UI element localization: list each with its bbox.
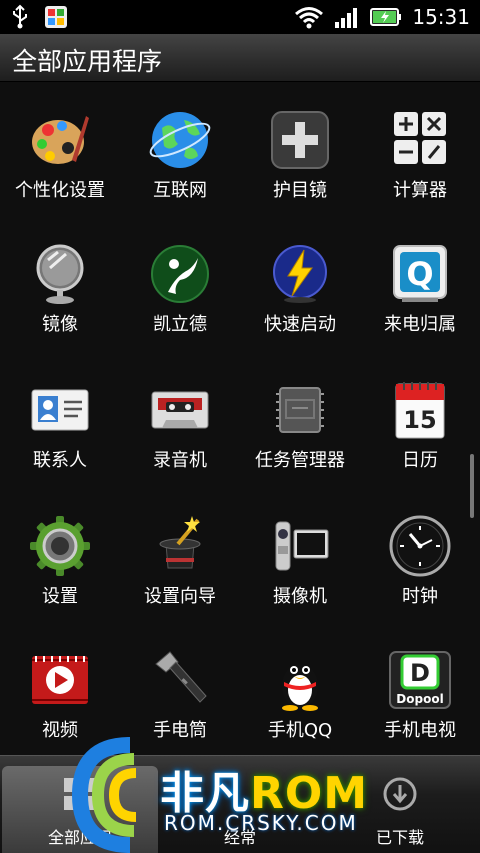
tab-label: 已下载 (375, 828, 424, 847)
app-flashlight[interactable]: 手电筒 (120, 648, 240, 742)
calendar-icon: 15 (395, 382, 445, 439)
wifi-icon (295, 7, 324, 29)
app-label: 视频 (42, 720, 78, 741)
app-internet[interactable]: 互联网 (120, 108, 240, 202)
grid-icon (64, 778, 96, 810)
app-kailide[interactable]: 凯立德 (120, 242, 240, 336)
camcorder-icon (275, 521, 329, 571)
app-setup-wizard[interactable]: 设置向导 (120, 514, 240, 608)
app-label: 护目镜 (273, 180, 327, 201)
app-recorder[interactable]: 录音机 (120, 378, 240, 472)
app-caller-location[interactable]: Q 来电归属 (360, 242, 480, 336)
chip-icon (276, 387, 324, 433)
app-label: 手机电视 (384, 720, 456, 741)
magic-hat-icon (159, 516, 201, 569)
app-label: 凯立德 (153, 314, 207, 335)
contacts-icon (31, 389, 89, 431)
usb-icon (13, 4, 27, 29)
notification-app-icon (45, 6, 67, 28)
mirror-icon (36, 244, 84, 304)
dopool-icon: D Dopool (389, 651, 451, 709)
lightning-icon (273, 245, 327, 303)
calculator-icon (394, 112, 446, 164)
app-task-manager[interactable]: 任务管理器 (240, 378, 360, 472)
globe-icon (149, 112, 211, 168)
app-label: 设置 (42, 586, 78, 607)
app-label: 日历 (402, 450, 438, 471)
app-label: 来电归属 (384, 314, 456, 335)
download-icon (383, 777, 417, 811)
app-mirror[interactable]: 镜像 (0, 242, 120, 336)
app-calendar[interactable]: 15 日历 (360, 378, 480, 472)
status-bar: 15:31 (0, 0, 480, 34)
app-label: 摄像机 (273, 586, 327, 607)
app-quick-launch[interactable]: 快速启动 (240, 242, 360, 336)
app-mobile-qq[interactable]: 手机QQ (240, 648, 360, 742)
signal-icon (335, 8, 358, 28)
flashlight-icon (155, 651, 207, 703)
cassette-icon (151, 391, 209, 429)
app-label: 手电筒 (153, 720, 207, 741)
scroll-indicator[interactable] (470, 454, 474, 518)
app-calculator[interactable]: 计算器 (360, 108, 480, 202)
clock-icon (389, 515, 451, 577)
app-label: 任务管理器 (255, 450, 345, 471)
app-label: 快速启动 (264, 314, 336, 335)
palette-icon (32, 116, 89, 164)
app-label: 镜像 (42, 314, 78, 335)
tab-label: 经常 (223, 828, 256, 847)
app-label: 时钟 (402, 586, 438, 607)
app-video[interactable]: 视频 (0, 648, 120, 742)
app-label: 设置向导 (144, 586, 216, 607)
svg-text:D: D (410, 659, 430, 687)
app-settings[interactable]: 设置 (0, 514, 120, 608)
app-mobile-tv[interactable]: D Dopool 手机电视 (360, 648, 480, 742)
plus-icon (271, 111, 329, 169)
title-bar: 全部应用程序 (0, 34, 480, 82)
gear-icon (30, 516, 90, 576)
app-eye-protect[interactable]: 护目镜 (240, 108, 360, 202)
status-time: 15:31 (412, 5, 470, 29)
app-clock[interactable]: 时钟 (360, 514, 480, 608)
app-camcorder[interactable]: 摄像机 (240, 514, 360, 608)
dopool-text: Dopool (396, 692, 443, 706)
app-contacts[interactable]: 联系人 (0, 378, 120, 472)
tab-downloaded[interactable]: 已下载 (320, 766, 480, 853)
app-label: 录音机 (153, 450, 207, 471)
app-grid: 个性化设置 互联网 护目镜 计算器 镜像 凯立德 快速启动 Q 来电归属 联系人… (0, 82, 480, 755)
battery-charging-icon (370, 8, 402, 26)
bottom-tab-bar: 全部应用 经常 已下载 (0, 755, 480, 853)
app-label: 互联网 (153, 180, 207, 201)
tab-label: 全部应用 (47, 828, 112, 847)
svg-text:Q: Q (406, 255, 433, 293)
calendar-day: 15 (403, 406, 436, 434)
page-title: 全部应用程序 (12, 47, 163, 76)
app-label: 手机QQ (267, 720, 333, 741)
tab-all-apps[interactable]: 全部应用 (2, 766, 158, 853)
video-icon (32, 656, 88, 704)
penguin-icon (282, 664, 318, 711)
app-label: 个性化设置 (15, 180, 105, 201)
app-label: 计算器 (393, 180, 447, 201)
q-icon: Q (393, 245, 447, 302)
app-personalize[interactable]: 个性化设置 (0, 108, 120, 202)
tab-frequent[interactable]: 经常 (160, 766, 320, 853)
app-label: 联系人 (33, 450, 87, 471)
kailide-icon (151, 245, 209, 303)
